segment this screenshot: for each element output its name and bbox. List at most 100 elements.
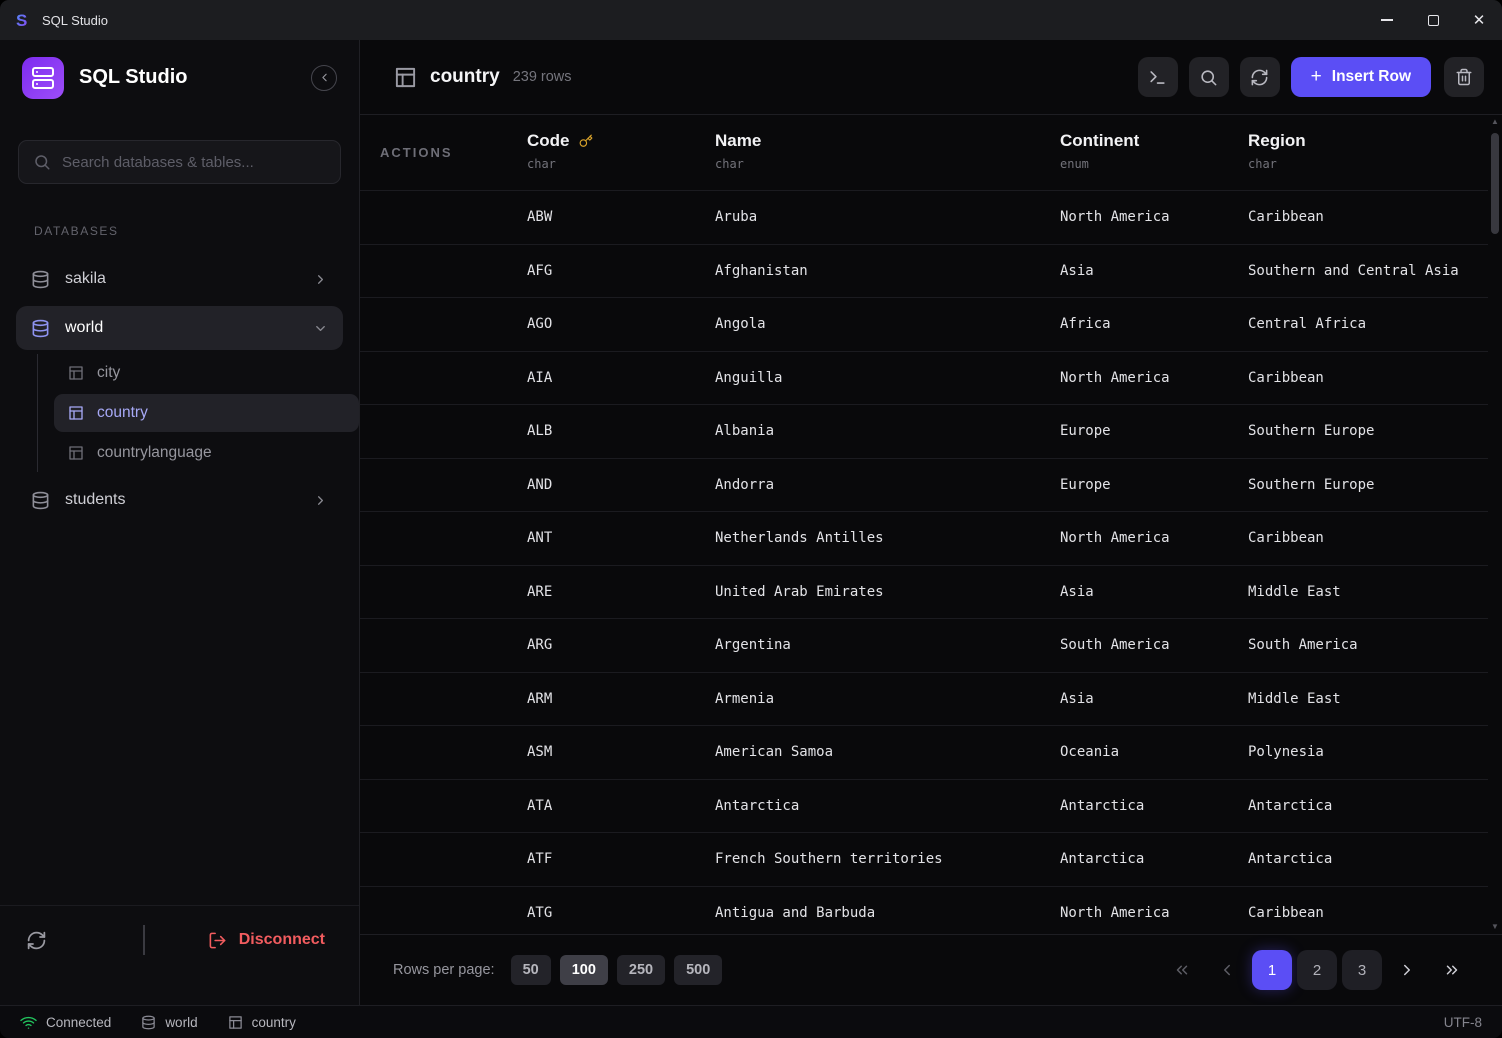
table-row[interactable]: ASM American Samoa Oceania Polynesia [360,725,1488,779]
cell-continent[interactable]: Europe [1060,477,1248,493]
rows-per-page-option-100[interactable]: 100 [560,955,608,985]
cell-region[interactable]: Middle East [1248,691,1487,707]
previous-page-button[interactable] [1207,950,1247,990]
cell-continent[interactable]: North America [1060,905,1248,921]
table-row[interactable]: ANT Netherlands Antilles North America C… [360,511,1488,565]
cell-continent[interactable]: Antarctica [1060,851,1248,867]
database-item-world[interactable]: world [16,306,343,350]
cell-continent[interactable]: Africa [1060,316,1248,332]
cell-name[interactable]: Andorra [715,477,1060,493]
table-row[interactable]: ARM Armenia Asia Middle East [360,672,1488,726]
cell-name[interactable]: French Southern territories [715,851,1060,867]
cell-continent[interactable]: Oceania [1060,744,1248,760]
first-page-button[interactable] [1162,950,1202,990]
cell-name[interactable]: Anguilla [715,370,1060,386]
cell-region[interactable]: Caribbean [1248,370,1487,386]
cell-code[interactable]: ARE [527,584,715,600]
delete-rows-button[interactable] [1444,57,1484,97]
scroll-down-icon[interactable]: ▼ [1491,923,1499,931]
sidebar-collapse-button[interactable] [311,65,337,91]
sidebar-search[interactable] [18,140,341,184]
database-item-sakila[interactable]: sakila [16,257,343,301]
scrollbar-thumb[interactable] [1491,133,1499,234]
cell-code[interactable]: ALB [527,423,715,439]
cell-region[interactable]: Antarctica [1248,851,1487,867]
refresh-table-button[interactable] [1240,57,1280,97]
insert-row-button[interactable]: + Insert Row [1291,57,1431,97]
table-row[interactable]: ATF French Southern territories Antarcti… [360,832,1488,886]
database-item-students[interactable]: students [16,478,343,522]
cell-code[interactable]: AFG [527,263,715,279]
next-page-button[interactable] [1387,950,1427,990]
table-row[interactable]: AND Andorra Europe Southern Europe [360,458,1488,512]
cell-continent[interactable]: South America [1060,637,1248,653]
cell-code[interactable]: ATA [527,798,715,814]
cell-region[interactable]: Caribbean [1248,905,1487,921]
cell-code[interactable]: ASM [527,744,715,760]
cell-name[interactable]: Armenia [715,691,1060,707]
disconnect-button[interactable]: Disconnect [208,931,325,950]
cell-region[interactable]: South America [1248,637,1487,653]
cell-name[interactable]: Antarctica [715,798,1060,814]
cell-code[interactable]: ATF [527,851,715,867]
cell-continent[interactable]: Antarctica [1060,798,1248,814]
cell-code[interactable]: AIA [527,370,715,386]
cell-continent[interactable]: North America [1060,370,1248,386]
table-row[interactable]: AGO Angola Africa Central Africa [360,297,1488,351]
scroll-up-icon[interactable]: ▲ [1491,118,1499,126]
page-button-1[interactable]: 1 [1252,950,1292,990]
cell-region[interactable]: Antarctica [1248,798,1487,814]
cell-code[interactable]: ARG [527,637,715,653]
cell-name[interactable]: American Samoa [715,744,1060,760]
cell-code[interactable]: ANT [527,530,715,546]
page-button-2[interactable]: 2 [1297,950,1337,990]
cell-continent[interactable]: Asia [1060,691,1248,707]
cell-name[interactable]: Aruba [715,209,1060,225]
refresh-databases-button[interactable] [22,926,51,955]
table-row[interactable]: AFG Afghanistan Asia Southern and Centra… [360,244,1488,298]
table-row[interactable]: ALB Albania Europe Southern Europe [360,404,1488,458]
search-rows-button[interactable] [1189,57,1229,97]
cell-name[interactable]: Antigua and Barbuda [715,905,1060,921]
cell-code[interactable]: ATG [527,905,715,921]
cell-code[interactable]: ARM [527,691,715,707]
cell-name[interactable]: Albania [715,423,1060,439]
table-row[interactable]: ATA Antarctica Antarctica Antarctica [360,779,1488,833]
table-row[interactable]: AIA Anguilla North America Caribbean [360,351,1488,405]
table-row[interactable]: ATG Antigua and Barbuda North America Ca… [360,886,1488,935]
cell-region[interactable]: Middle East [1248,584,1487,600]
search-input[interactable] [62,154,326,171]
table-row[interactable]: ABW Aruba North America Caribbean [360,190,1488,244]
cell-name[interactable]: Afghanistan [715,263,1060,279]
cell-continent[interactable]: North America [1060,209,1248,225]
table-row[interactable]: ARE United Arab Emirates Asia Middle Eas… [360,565,1488,619]
last-page-button[interactable] [1432,950,1472,990]
cell-region[interactable]: Caribbean [1248,530,1487,546]
cell-region[interactable]: Southern and Central Asia [1248,263,1487,279]
cell-code[interactable]: AGO [527,316,715,332]
table-row[interactable]: ARG Argentina South America South Americ… [360,618,1488,672]
cell-name[interactable]: Netherlands Antilles [715,530,1060,546]
cell-name[interactable]: Argentina [715,637,1060,653]
close-button[interactable]: ✕ [1456,0,1502,40]
rows-per-page-option-250[interactable]: 250 [617,955,665,985]
cell-continent[interactable]: North America [1060,530,1248,546]
cell-region[interactable]: Southern Europe [1248,423,1487,439]
rows-per-page-option-500[interactable]: 500 [674,955,722,985]
page-button-3[interactable]: 3 [1342,950,1382,990]
cell-code[interactable]: AND [527,477,715,493]
cell-region[interactable]: Caribbean [1248,209,1487,225]
cell-name[interactable]: Angola [715,316,1060,332]
table-item-city[interactable]: city [54,354,359,392]
cell-region[interactable]: Southern Europe [1248,477,1487,493]
rows-per-page-option-50[interactable]: 50 [511,955,551,985]
cell-name[interactable]: United Arab Emirates [715,584,1060,600]
cell-region[interactable]: Central Africa [1248,316,1487,332]
table-item-country[interactable]: country [54,394,359,432]
cell-code[interactable]: ABW [527,209,715,225]
cell-continent[interactable]: Asia [1060,584,1248,600]
cell-continent[interactable]: Asia [1060,263,1248,279]
sql-console-button[interactable] [1138,57,1178,97]
maximize-button[interactable] [1410,0,1456,40]
cell-continent[interactable]: Europe [1060,423,1248,439]
